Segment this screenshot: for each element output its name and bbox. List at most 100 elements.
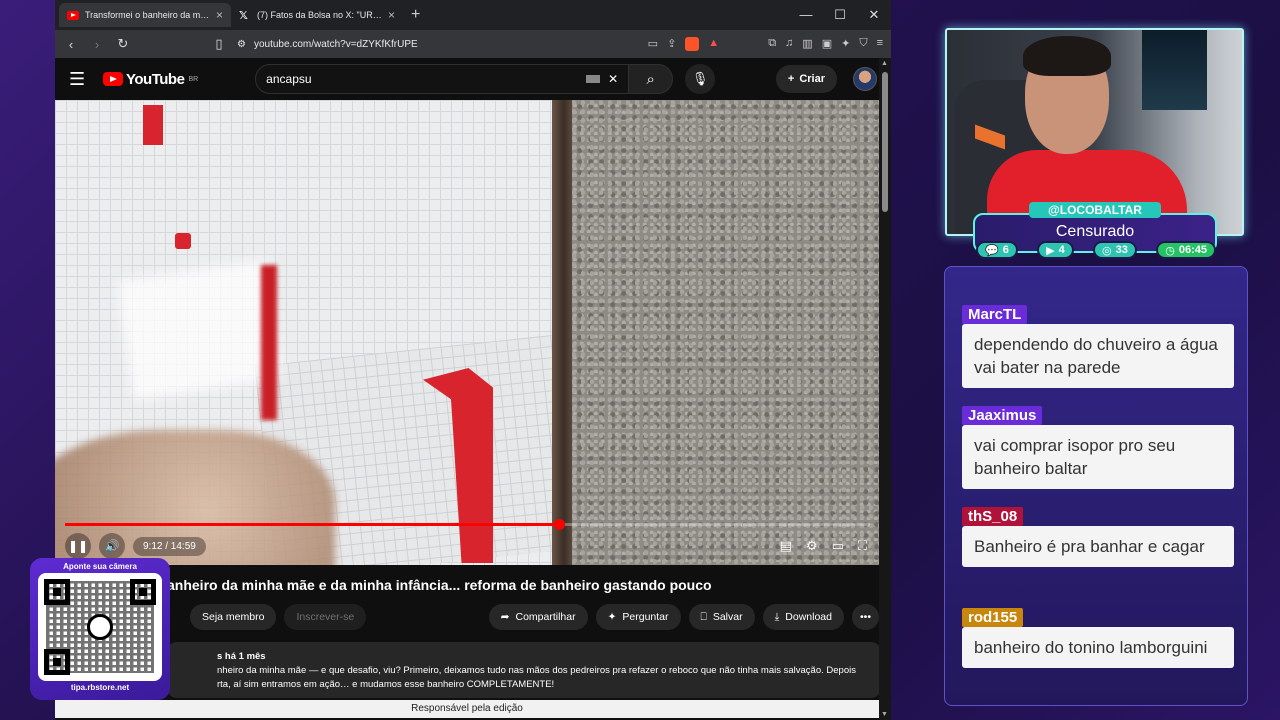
youtube-logo[interactable]: YouTube BR — [103, 71, 198, 88]
qr-finder — [130, 579, 156, 605]
close-icon[interactable]: × — [216, 8, 223, 22]
join-button[interactable]: Seja membro — [190, 604, 277, 630]
extensions-icon[interactable]: ⧉ — [768, 37, 776, 51]
qr-finder — [44, 579, 70, 605]
video-frame-edge — [552, 100, 572, 565]
qr-footer: tipa.rbstore.net — [70, 683, 130, 692]
share-label: Compartilhar — [515, 611, 576, 623]
chat-text: banheiro do tonino lamborguini — [962, 627, 1234, 668]
more-actions-button[interactable]: ••• — [851, 604, 879, 630]
keyboard-icon[interactable] — [586, 75, 601, 83]
video-frame-plaster — [572, 100, 879, 565]
chat-text: vai comprar isopor pro seu banheiro balt… — [962, 425, 1234, 489]
pause-icon: ❚❚ — [67, 539, 89, 553]
subscribe-label: Inscrever-se — [296, 611, 355, 623]
pause-button[interactable]: ❚❚ — [65, 533, 91, 559]
coin-icon: ◎ — [1102, 244, 1112, 257]
rewards-icon[interactable]: ▲ — [708, 37, 719, 51]
save-button[interactable]: ⎕ Salvar — [688, 604, 755, 630]
scroll-up-icon[interactable]: ▲ — [881, 60, 888, 67]
settings-icon[interactable]: ⚙ — [806, 538, 818, 554]
chat-username: MarcTL — [962, 305, 1028, 324]
webcam-background-window — [1142, 30, 1207, 110]
download-button[interactable]: ⤓ Download — [762, 604, 844, 630]
tab-youtube[interactable]: Transformei o banheiro da minha mãe × — [59, 3, 231, 27]
video-icon: ▶ — [1046, 244, 1055, 257]
url-field[interactable]: ⚙ youtube.com/watch?v=dZYKfKfrUPE — [237, 39, 638, 50]
video-frame-spacer — [175, 233, 191, 249]
forward-icon[interactable]: › — [89, 37, 105, 52]
close-window-icon[interactable]: ✕ — [857, 7, 891, 23]
qr-title: Aponte sua câmera — [63, 562, 137, 571]
leo-icon[interactable]: ✦ — [841, 37, 850, 51]
video-actions: Seja membro Inscrever-se ➦ Compartilhar ✦… — [190, 604, 879, 630]
stat-value: 4 — [1058, 244, 1065, 256]
player-controls: ❚❚ 🔊 9:12 / 14:59 ▤ ⚙ ▭ ⛶ — [65, 531, 867, 561]
chat-message: rod155 banheiro do tonino lamborguini — [962, 608, 1234, 668]
page-scrollbar[interactable]: ▲ ▼ — [879, 58, 891, 720]
window-controls: — ☐ ✕ — [789, 7, 891, 23]
join-label: Seja membro — [202, 611, 265, 623]
address-bar: ‹ › ↻ ▯ ⚙ youtube.com/watch?v=dZYKfKfrUP… — [55, 30, 891, 58]
youtube-header: ☰ YouTube BR ancapsu ✕ ⌕ 🎙 + Criar — [55, 58, 891, 100]
captions-icon[interactable]: ▤ — [780, 538, 792, 554]
vpn-icon[interactable]: ⛉ — [859, 37, 867, 51]
menu-icon[interactable]: ≡ — [877, 37, 883, 51]
share-icon[interactable]: ⇪ — [667, 37, 676, 51]
volume-icon: 🔊 — [104, 539, 120, 553]
save-label: Salvar — [712, 611, 743, 623]
progress-bar[interactable] — [65, 519, 870, 530]
account-avatar[interactable] — [853, 67, 877, 91]
ask-label: Perguntar — [622, 611, 669, 623]
close-icon[interactable]: × — [388, 8, 395, 22]
url-text: youtube.com/watch?v=dZYKfKfrUPE — [253, 38, 418, 50]
chat-text: Banheiro é pra banhar e cagar — [962, 526, 1234, 567]
search-value: ancapsu — [266, 72, 312, 86]
maximize-icon[interactable]: ☐ — [823, 7, 857, 23]
stat-chat: 💬 6 — [976, 241, 1018, 259]
cast-icon[interactable]: ▭ — [648, 37, 658, 51]
search-button[interactable]: ⌕ — [629, 64, 674, 94]
tab-bar: Transformei o banheiro da minha mãe × 𝕏 … — [55, 0, 891, 30]
tab-label: Transformei o banheiro da minha mãe — [85, 10, 210, 20]
ask-button[interactable]: ✦ Perguntar — [595, 604, 681, 630]
minimize-icon[interactable]: — — [789, 7, 823, 23]
video-frame-spacer — [143, 105, 163, 145]
description-box[interactable]: s há 1 mês nheiro da minha mãe — e que d… — [167, 642, 881, 698]
clear-search-icon[interactable]: ✕ — [608, 72, 618, 86]
volume-button[interactable]: 🔊 — [99, 533, 125, 559]
share-button[interactable]: ➦ Compartilhar — [488, 604, 588, 630]
wallet-icon[interactable]: ▣ — [822, 37, 832, 51]
more-icon: ••• — [859, 611, 871, 623]
streamer-handle: @LOCOBALTAR — [1029, 202, 1161, 218]
create-button[interactable]: + Criar — [775, 65, 837, 93]
sidebar-icon[interactable]: ▥ — [802, 37, 812, 51]
reload-icon[interactable]: ↻ — [115, 36, 131, 52]
region-code: BR — [188, 75, 199, 83]
chat-username: thS_08 — [962, 507, 1024, 526]
scrollbar-thumb[interactable] — [882, 72, 888, 212]
description-meta: s há 1 mês — [217, 651, 266, 662]
bookmark-icon[interactable]: ▯ — [211, 36, 227, 52]
media-icon[interactable]: ♫ — [785, 37, 793, 51]
hamburger-menu-icon[interactable]: ☰ — [69, 69, 95, 90]
fullscreen-icon[interactable]: ⛶ — [858, 538, 867, 554]
back-icon[interactable]: ‹ — [63, 37, 79, 52]
subscribe-button[interactable]: Inscrever-se — [284, 604, 367, 630]
video-player[interactable]: ❚❚ 🔊 9:12 / 14:59 ▤ ⚙ ▭ ⛶ — [55, 100, 879, 565]
tab-x[interactable]: 𝕏 (7) Fatos da Bolsa no X: "URGENTE: Aca… — [231, 3, 403, 27]
brave-shield-icon[interactable] — [685, 37, 700, 51]
stat-clock: ◷ 06:45 — [1156, 241, 1216, 259]
qr-donation-panel: Aponte sua câmera tipa.rbstore.net — [30, 558, 170, 700]
theater-mode-icon[interactable]: ▭ — [832, 538, 844, 554]
chat-icon: 💬 — [985, 244, 999, 257]
new-tab-button[interactable]: + — [411, 6, 420, 24]
scroll-down-icon[interactable]: ▼ — [881, 711, 888, 718]
voice-search-button[interactable]: 🎙 — [685, 64, 716, 94]
clock-icon: ◷ — [1165, 244, 1175, 257]
sparkle-icon: ✦ — [607, 611, 617, 623]
site-info-icon[interactable]: ⚙ — [237, 39, 246, 50]
progress-fill — [65, 523, 560, 526]
stat-value: 6 — [1002, 244, 1009, 256]
search-input[interactable]: ancapsu ✕ — [255, 64, 630, 94]
